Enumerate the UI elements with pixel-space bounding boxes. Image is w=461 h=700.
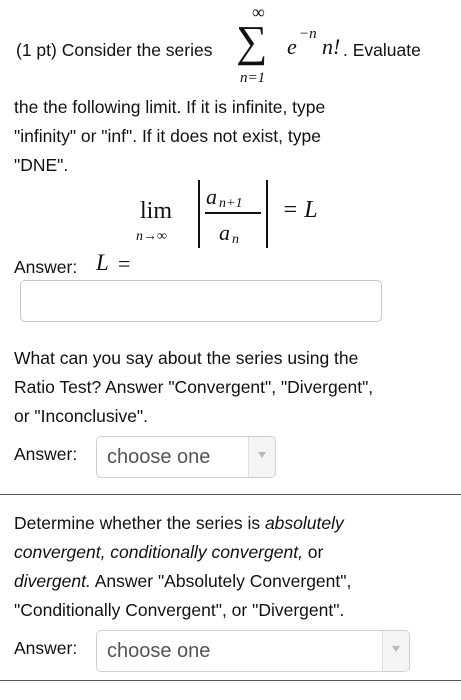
- question3-line2: convergent, conditionally convergent, or: [14, 539, 323, 565]
- question3-line1: Determine whether the series is absolute…: [14, 510, 344, 536]
- fraction-bar: [205, 212, 261, 214]
- question3-divergent: divergent.: [14, 571, 91, 591]
- question2-line2: Ratio Test? Answer "Convergent", "Diverg…: [14, 377, 374, 397]
- question3-answer-intro: Answer "Absolutely Convergent",: [90, 571, 352, 591]
- question3-line1-text: Determine whether the series is: [14, 513, 265, 533]
- sum-symbol: ∑: [236, 17, 268, 66]
- question3-line3: divergent. Answer "Absolutely Convergent…: [14, 568, 351, 594]
- question1-intro: (1 pt) Consider the series: [16, 40, 213, 60]
- ratio-test-select-value: choose one: [107, 446, 211, 468]
- divider-1: [0, 494, 461, 495]
- term-exponent: −n: [299, 26, 317, 42]
- question2-line1: What can you say about the series using …: [14, 348, 359, 368]
- convergence-type-select-value: choose one: [107, 640, 211, 662]
- term-base: e: [287, 34, 297, 59]
- numerator-a: a: [206, 184, 217, 209]
- abs-bar-right: [266, 180, 268, 248]
- sum-lower-limit: n=1: [240, 70, 266, 86]
- question3-line4: "Conditionally Convergent", or "Divergen…: [14, 600, 345, 620]
- chevron-down-icon: [392, 646, 400, 652]
- question1-line3: "infinity" or "inf". If it does not exis…: [14, 126, 321, 146]
- limit-equals-L: = L: [282, 197, 318, 223]
- question3-conditional: convergent, conditionally convergent,: [14, 542, 303, 562]
- chevron-down-icon: [258, 452, 266, 458]
- limit-answer-input[interactable]: [20, 280, 382, 322]
- answer1-equals: =: [118, 251, 131, 276]
- evaluate-text: . Evaluate: [343, 40, 421, 60]
- answer1-L: L: [96, 250, 109, 275]
- term-factorial: n!: [322, 34, 341, 59]
- abs-bar-left: [198, 180, 200, 248]
- question3-absolutely: absolutely: [264, 513, 344, 533]
- question2-answer-label: Answer:: [14, 444, 78, 464]
- question1-line2: the the following limit. If it is infini…: [14, 97, 326, 117]
- question1-line4: "DNE".: [14, 155, 69, 175]
- answer1-label: Answer:: [14, 257, 78, 277]
- divider-2: [0, 680, 461, 681]
- question3-answer-label: Answer:: [14, 638, 78, 658]
- convergence-type-dropdown-arrow[interactable]: [382, 631, 409, 671]
- ratio-test-select[interactable]: choose one: [96, 436, 276, 478]
- lim-subscript: n→∞: [136, 229, 167, 244]
- convergence-type-select[interactable]: choose one: [96, 630, 410, 672]
- question2-line3: or "Inconclusive".: [14, 406, 149, 426]
- denominator-subscript: n: [232, 232, 239, 247]
- question3-or: or: [302, 542, 324, 562]
- numerator-subscript: n+1: [219, 196, 243, 211]
- denominator-a: a: [219, 220, 230, 245]
- lim-text: lim: [140, 198, 173, 224]
- ratio-test-dropdown-arrow[interactable]: [248, 437, 275, 477]
